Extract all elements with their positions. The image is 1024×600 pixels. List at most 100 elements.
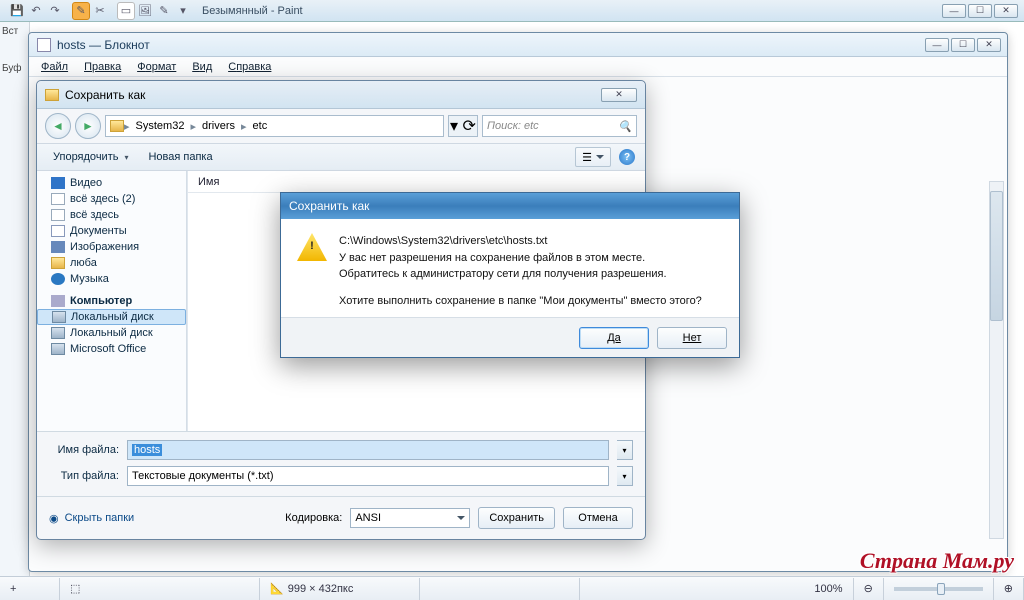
msgbox-titlebar[interactable]: Сохранить как [281, 193, 739, 219]
chevron-up-icon: ◉ [49, 512, 59, 525]
breadcrumb-item[interactable]: System32 [130, 120, 191, 132]
folder-icon [45, 89, 59, 101]
saveas-form: Имя файла: hosts ▾ Тип файла: Текстовые … [37, 431, 645, 496]
yes-button[interactable]: Да [579, 327, 649, 349]
menu-file[interactable]: Файл [35, 59, 74, 75]
file-size-cell [420, 578, 580, 600]
close-button[interactable]: ✕ [994, 4, 1018, 18]
tree-item: Изображения [37, 239, 186, 255]
maximize-button[interactable]: ☐ [951, 38, 975, 52]
zoom-out-button[interactable]: ⊖ [854, 578, 884, 600]
warning-icon [297, 233, 327, 261]
folder-icon [110, 120, 124, 132]
tool-icon[interactable]: ✂ [91, 2, 109, 20]
hide-folders-link[interactable]: ◉ Скрыть папки [49, 512, 134, 525]
tool-icon[interactable]: ✎ [155, 2, 173, 20]
zoom-label: 100% [804, 578, 853, 600]
saveas-toolbar: Упорядочить Новая папка ☰ ? [37, 143, 645, 171]
paint-window-controls: — ☐ ✕ [942, 4, 1024, 18]
history-dropdown[interactable]: ▾ ⟳ [448, 115, 478, 137]
forward-button[interactable]: ► [75, 113, 101, 139]
tool-icon[interactable]: ▭ [117, 2, 135, 20]
filename-label: Имя файла: [49, 444, 119, 456]
msgbox-text: C:\Windows\System32\drivers\etc\hosts.tx… [339, 233, 702, 309]
computer-icon [51, 295, 65, 307]
video-icon [51, 177, 65, 189]
tool-icon[interactable]: ✎ [72, 2, 90, 20]
permission-msgbox: Сохранить как C:\Windows\System32\driver… [280, 192, 740, 358]
clipboard-label: Буф [0, 59, 29, 78]
organize-button[interactable]: Упорядочить [47, 149, 134, 165]
nav-row: ◄ ► ▸ System32▸ drivers▸ etc ▾ ⟳ Поиск: … [37, 109, 645, 143]
tree-drive[interactable]: Локальный диск [37, 325, 186, 341]
folder-tree[interactable]: Видео всё здесь (2) всё здесь Документы … [37, 171, 187, 431]
canvas-size-cell: 📐 999 × 432пкс [260, 578, 420, 600]
filetype-select[interactable]: Текстовые документы (*.txt) [127, 466, 609, 486]
quick-access-toolbar: 💾 ↶ ↷ ✎ ✂ ▭ 🖼 ✎ ▾ [0, 0, 192, 22]
text-file-icon [37, 38, 51, 52]
tree-item: люба [37, 255, 186, 271]
tree-drive[interactable]: Microsoft Office [37, 341, 186, 357]
paint-statusbar: + ⬚ 📐 999 × 432пкс 100% ⊖ ⊕ [0, 576, 1024, 600]
scrollbar-thumb[interactable] [990, 191, 1003, 321]
shortcut-icon [51, 209, 65, 221]
folder-icon [51, 257, 65, 269]
zoom-in-button[interactable]: ⊕ [994, 578, 1024, 600]
minimize-button[interactable]: — [942, 4, 966, 18]
paint-home-rail: Вст Буф [0, 22, 30, 582]
encoding-label: Кодировка: [285, 512, 342, 524]
tree-item: Видео [37, 175, 186, 191]
view-mode-button[interactable]: ☰ [575, 147, 611, 167]
tree-item: Документы [37, 223, 186, 239]
encoding-select[interactable]: ANSI [350, 508, 470, 528]
breadcrumb[interactable]: ▸ System32▸ drivers▸ etc [105, 115, 444, 137]
saveas-titlebar[interactable]: Сохранить как ✕ [37, 81, 645, 109]
filetype-label: Тип файла: [49, 470, 119, 482]
back-button[interactable]: ◄ [45, 113, 71, 139]
menu-help[interactable]: Справка [222, 59, 277, 75]
column-header[interactable]: Имя [188, 171, 645, 193]
notepad-title: hosts — Блокнот [57, 38, 150, 52]
no-button[interactable]: Нет [657, 327, 727, 349]
save-icon[interactable]: 💾 [8, 2, 26, 20]
cancel-button[interactable]: Отмена [563, 507, 633, 529]
undo-icon[interactable]: ↶ [27, 2, 45, 20]
maximize-button[interactable]: ☐ [968, 4, 992, 18]
tool-icon[interactable]: 🖼 [136, 2, 154, 20]
pictures-icon [51, 241, 65, 253]
tree-computer-header[interactable]: Компьютер [37, 293, 186, 309]
close-button[interactable]: ✕ [977, 38, 1001, 52]
filetype-dropdown[interactable]: ▾ [617, 466, 633, 486]
help-icon[interactable]: ? [619, 149, 635, 165]
menu-format[interactable]: Формат [131, 59, 182, 75]
drive-icon [51, 343, 65, 355]
saveas-bottom: ◉ Скрыть папки Кодировка: ANSI Сохранить… [37, 496, 645, 539]
menu-edit[interactable]: Правка [78, 59, 127, 75]
paste-label: Вст [0, 22, 29, 41]
paint-titlebar: 💾 ↶ ↷ ✎ ✂ ▭ 🖼 ✎ ▾ Безымянный - Paint — ☐… [0, 0, 1024, 22]
newfolder-button[interactable]: Новая папка [142, 149, 218, 165]
tree-drive[interactable]: Локальный диск [37, 309, 186, 325]
notepad-titlebar[interactable]: hosts — Блокнот — ☐ ✕ [29, 33, 1007, 57]
menu-view[interactable]: Вид [186, 59, 218, 75]
music-icon [51, 273, 65, 285]
save-button[interactable]: Сохранить [478, 507, 555, 529]
zoom-slider[interactable] [884, 578, 994, 600]
breadcrumb-item[interactable]: drivers [196, 120, 241, 132]
drive-icon [52, 311, 66, 323]
paint-title: Безымянный - Paint [202, 5, 303, 17]
filename-history-dropdown[interactable]: ▾ [617, 440, 633, 460]
redo-icon[interactable]: ↷ [46, 2, 64, 20]
search-icon: 🔍 [618, 120, 632, 133]
search-input[interactable]: Поиск: etc 🔍 [482, 115, 637, 137]
dropdown-icon[interactable]: ▾ [174, 2, 192, 20]
minimize-button[interactable]: — [925, 38, 949, 52]
filename-input[interactable]: hosts [127, 440, 609, 460]
tree-item: всё здесь [37, 207, 186, 223]
close-button[interactable]: ✕ [601, 88, 637, 102]
breadcrumb-item[interactable]: etc [247, 120, 274, 132]
search-placeholder: Поиск: etc [487, 120, 539, 132]
selection-cell: ⬚ [60, 578, 260, 600]
notepad-menubar: Файл Правка Формат Вид Справка [29, 57, 1007, 77]
tree-item: всё здесь (2) [37, 191, 186, 207]
